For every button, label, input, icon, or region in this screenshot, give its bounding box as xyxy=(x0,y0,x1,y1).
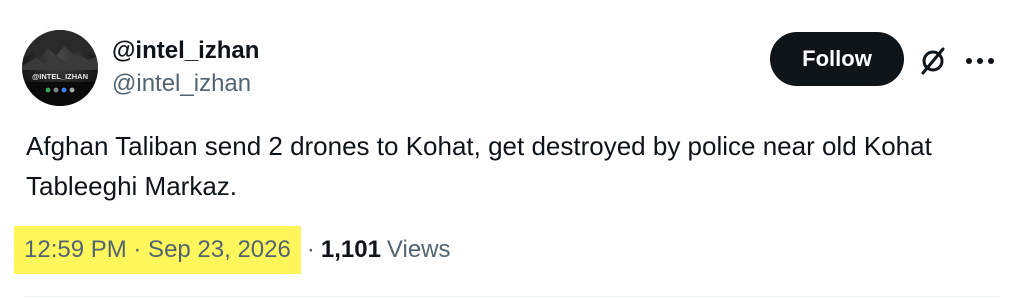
slashed-circle-icon[interactable] xyxy=(918,46,948,76)
meta-separator: · xyxy=(306,236,315,263)
more-horizontal-icon[interactable] xyxy=(964,46,996,76)
avatar[interactable]: @INTEL_IZHAN xyxy=(22,30,98,106)
handle[interactable]: @intel_izhan xyxy=(112,69,259,99)
view-count: 1,101 xyxy=(320,236,381,263)
divider xyxy=(24,296,1000,297)
tweet-meta: 12:59 PM · Sep 23, 2026 · 1,101 Views xyxy=(14,226,451,274)
avatar-text: @INTEL_IZHAN xyxy=(32,72,88,81)
tweet-text: Afghan Taliban send 2 drones to Kohat, g… xyxy=(26,131,932,201)
views-label: Views xyxy=(386,236,451,263)
display-name[interactable]: @intel_izhan xyxy=(112,36,259,66)
timestamp[interactable]: 12:59 PM · Sep 23, 2026 xyxy=(14,226,301,274)
author-names: @intel_izhan @intel_izhan xyxy=(112,36,259,99)
tweet-card: @INTEL_IZHAN @intel_izhan @intel_izhan F… xyxy=(0,0,1024,298)
avatar-image: @INTEL_IZHAN xyxy=(22,30,98,106)
follow-button[interactable]: Follow xyxy=(770,32,904,86)
